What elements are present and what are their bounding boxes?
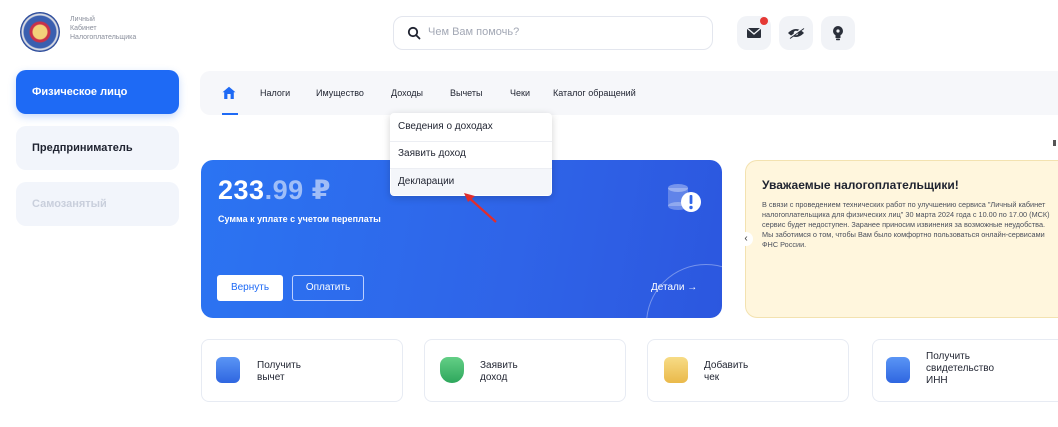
sidebar-item-individual[interactable]: Физическое лицо bbox=[16, 70, 179, 114]
action-label: Добавить чек bbox=[704, 360, 749, 383]
home-active-indicator bbox=[222, 113, 238, 115]
dropdown-item-income-info[interactable]: Сведения о доходах bbox=[398, 121, 493, 132]
nav-item-property[interactable]: Имущество bbox=[316, 88, 364, 98]
coins-alert-icon bbox=[664, 180, 704, 216]
notice-title: Уважаемые налогоплательщики! bbox=[762, 178, 959, 192]
visibility-toggle-button[interactable] bbox=[779, 16, 813, 50]
details-link[interactable]: Детали → bbox=[651, 282, 697, 293]
search-placeholder: Чем Вам помочь? bbox=[428, 26, 520, 38]
wallet-icon bbox=[216, 357, 240, 383]
nav-item-income[interactable]: Доходы bbox=[391, 88, 423, 98]
dropdown-divider bbox=[390, 141, 552, 142]
arrow-right-icon: → bbox=[687, 282, 698, 293]
notification-dot bbox=[760, 17, 768, 25]
lightbulb-icon bbox=[833, 26, 843, 41]
return-button[interactable]: Вернуть bbox=[217, 275, 283, 301]
search-input[interactable]: Чем Вам помочь? bbox=[393, 16, 713, 50]
nav-item-receipts[interactable]: Чеки bbox=[510, 88, 530, 98]
income-icon bbox=[440, 357, 464, 383]
balance-subtitle: Сумма к уплате с учетом переплаты bbox=[218, 214, 381, 224]
notice-body: В связи с проведением технических работ … bbox=[762, 200, 1050, 249]
eye-off-icon bbox=[788, 27, 805, 39]
sidebar-item-entrepreneur[interactable]: Предприниматель bbox=[16, 126, 179, 170]
envelope-icon bbox=[746, 27, 762, 38]
nav-item-deductions[interactable]: Вычеты bbox=[450, 88, 482, 98]
tips-button[interactable] bbox=[821, 16, 855, 50]
action-label: Получить вычет bbox=[257, 360, 301, 383]
certificate-icon bbox=[886, 357, 910, 383]
fns-logo-emblem[interactable] bbox=[20, 12, 60, 52]
pay-button[interactable]: Оплатить bbox=[292, 275, 364, 301]
messages-button[interactable] bbox=[737, 16, 771, 50]
receipt-icon bbox=[664, 357, 688, 383]
balance-amount-main: 233 bbox=[218, 175, 265, 205]
dropdown-item-declare-income[interactable]: Заявить доход bbox=[398, 148, 466, 159]
dropdown-item-declarations[interactable]: Декларации bbox=[398, 176, 454, 187]
action-label: Заявить доход bbox=[480, 360, 518, 383]
dropdown-divider bbox=[390, 168, 552, 169]
currency-sign: ₽ bbox=[311, 175, 331, 205]
sidebar-item-self-employed: Самозанятый bbox=[16, 182, 179, 226]
balance-amount: 233.99 ₽ bbox=[218, 175, 331, 206]
details-label: Детали bbox=[651, 282, 685, 293]
search-icon bbox=[407, 26, 421, 40]
balance-amount-fraction: .99 bbox=[264, 175, 304, 205]
action-label: Получить свидетельство ИНН bbox=[926, 351, 995, 386]
notice-prev-arrow-icon[interactable]: ‹ bbox=[739, 232, 753, 246]
scroll-indicator bbox=[1053, 140, 1056, 146]
nav-item-requests-catalog[interactable]: Каталог обращений bbox=[553, 88, 636, 98]
home-icon[interactable] bbox=[222, 86, 236, 100]
nav-item-taxes[interactable]: Налоги bbox=[260, 88, 290, 98]
income-dropdown-menu: Сведения о доходах Заявить доход Деклара… bbox=[390, 113, 552, 196]
pointer-arrow-icon bbox=[464, 193, 497, 223]
logo-text[interactable]: Личный Кабинет Налогоплательщика bbox=[70, 15, 160, 42]
